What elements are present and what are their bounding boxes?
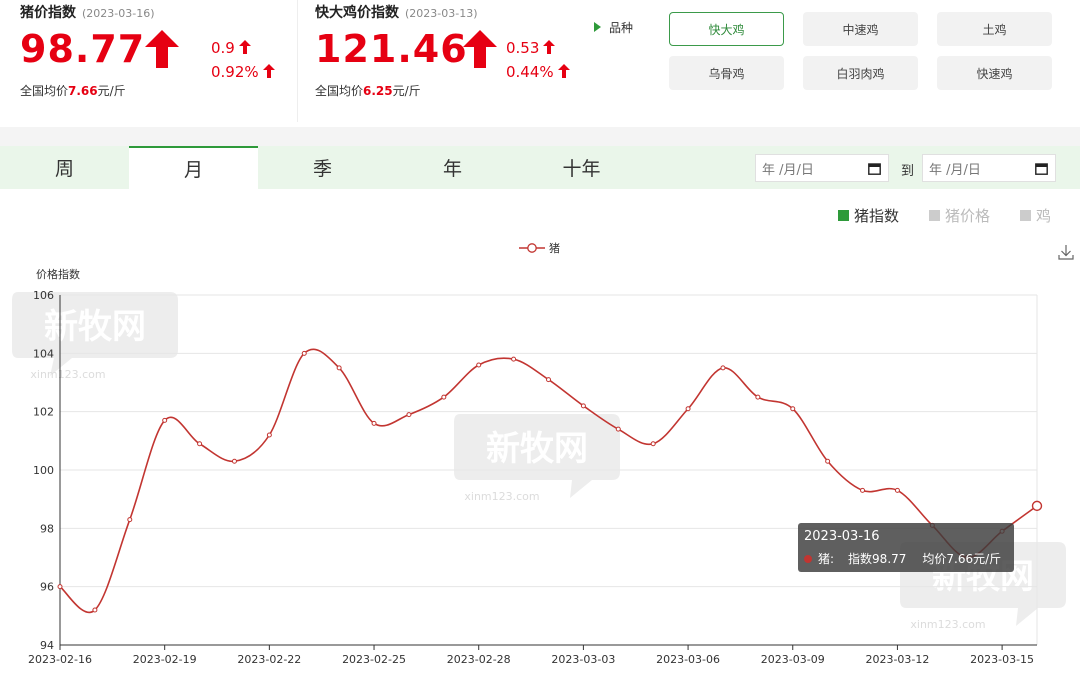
data-point[interactable] [825,458,831,464]
legend-line-icon [519,243,545,253]
data-point[interactable] [476,362,482,368]
data-point[interactable] [755,394,761,400]
data-point[interactable] [336,365,342,371]
y-tick-label: 94 [40,639,54,652]
x-tick-label: 2023-03-03 [551,653,615,666]
data-point[interactable] [615,426,621,432]
data-point[interactable] [266,432,272,438]
data-point[interactable] [162,417,168,423]
data-point[interactable] [790,406,796,412]
data-point[interactable] [580,403,586,409]
y-tick-label: 102 [33,406,54,419]
data-point[interactable] [1031,500,1043,512]
data-point[interactable] [720,365,726,371]
x-tick-label: 2023-03-06 [656,653,720,666]
data-point[interactable] [511,356,517,362]
x-tick-label: 2023-03-15 [970,653,1034,666]
data-point[interactable] [127,517,133,523]
tooltip-row: 猪: 指数98.77 均价7.66元/斤 [804,550,1008,567]
x-tick-label: 2023-03-09 [761,653,825,666]
x-tick-label: 2023-02-19 [133,653,197,666]
data-point[interactable] [441,394,447,400]
data-point[interactable] [57,584,63,590]
tooltip-avg: 均价7.66元/斤 [922,552,1002,566]
x-tick-label: 2023-03-12 [865,653,929,666]
x-tick-label: 2023-02-25 [342,653,406,666]
y-tick-label: 100 [33,464,54,477]
data-point[interactable] [301,350,307,356]
x-tick-label: 2023-02-28 [447,653,511,666]
tooltip-date: 2023-03-16 [804,529,880,544]
y-tick-label: 98 [40,522,54,535]
y-tick-label: 96 [40,581,54,594]
download-icon[interactable] [1058,244,1074,260]
data-point[interactable] [860,487,866,493]
x-tick-label: 2023-02-16 [28,653,92,666]
data-point[interactable] [197,441,203,447]
y-tick-label: 106 [33,289,54,302]
data-point[interactable] [650,441,656,447]
data-point[interactable] [92,607,98,613]
legend-series-name: 猪 [549,242,560,255]
chart-tooltip: 2023-03-16 猪: 指数98.77 均价7.66元/斤 [798,523,1014,572]
chart-legend[interactable]: 猪 [519,240,560,256]
data-point[interactable] [231,458,237,464]
data-point[interactable] [546,377,551,383]
tooltip-series-dot [804,554,812,563]
line-chart: 94 96 98 100 102 104 106 2023-02-16 2023-02-19 20… [28,289,1043,666]
data-point[interactable] [406,412,412,418]
tooltip-series-name: 猪: [818,552,835,566]
data-point[interactable] [685,406,691,412]
y-tick-label: 104 [33,347,54,360]
y-axis-label: 价格指数 [36,268,80,281]
tooltip-index: 指数98.77 [848,552,907,566]
data-point[interactable] [371,420,377,426]
data-point[interactable] [894,487,900,493]
x-tick-label: 2023-02-22 [237,653,301,666]
series-line-pig [59,348,1038,614]
